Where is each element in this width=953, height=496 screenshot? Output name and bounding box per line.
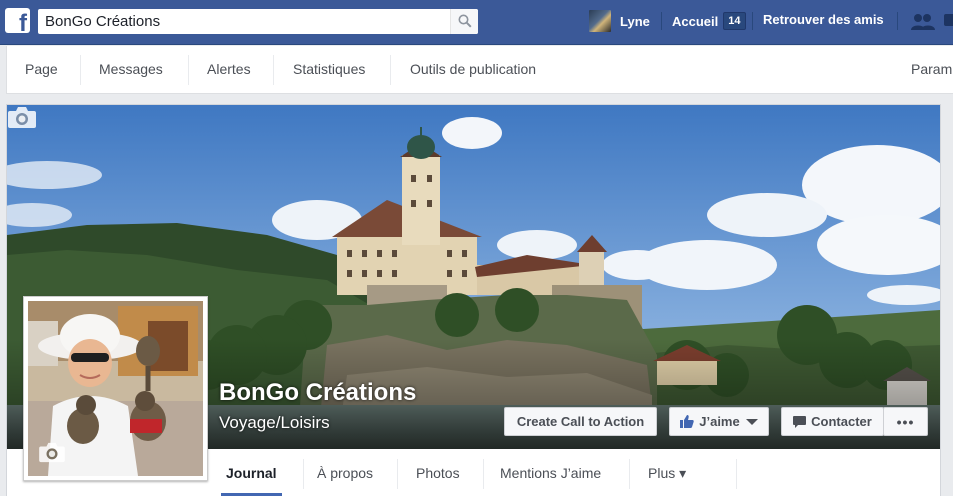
search-input[interactable] — [38, 9, 448, 34]
page-tabs: Journal À propos Photos Mentions J’aime … — [209, 451, 939, 496]
search-box — [38, 9, 478, 34]
tab-journal[interactable]: Journal — [221, 451, 282, 496]
message-bubble-icon — [793, 415, 807, 428]
tab-divider — [736, 459, 737, 489]
facebook-logo-icon[interactable]: f — [5, 8, 30, 33]
admin-tab-publishing-tools[interactable]: Outils de publication — [410, 46, 536, 93]
more-options-icon: ••• — [896, 413, 915, 430]
profile-photo — [28, 301, 203, 476]
create-call-to-action-button[interactable]: Create Call to Action — [504, 407, 657, 436]
admin-divider — [390, 55, 391, 85]
friend-requests-icon[interactable] — [910, 12, 936, 32]
tab-likes[interactable]: Mentions J’aime — [500, 451, 601, 495]
contact-button[interactable]: Contacter — [781, 407, 884, 436]
nav-divider — [897, 12, 898, 30]
page-admin-bar: Page Messages Alertes Statistiques Outil… — [6, 46, 953, 94]
admin-tab-page[interactable]: Page — [25, 46, 58, 93]
chevron-down-icon — [745, 418, 758, 425]
nav-divider — [752, 12, 753, 30]
like-button[interactable]: J’aime — [669, 407, 769, 436]
contact-label: Contacter — [811, 414, 872, 429]
admin-divider — [273, 55, 274, 85]
home-notification-count: 14 — [723, 12, 746, 30]
profile-picture[interactable] — [23, 296, 208, 481]
admin-tab-statistics[interactable]: Statistiques — [293, 46, 365, 93]
admin-tab-alerts[interactable]: Alertes — [207, 46, 251, 93]
profile-link[interactable]: Lyne — [589, 10, 650, 32]
admin-divider — [80, 55, 81, 85]
admin-tab-messages[interactable]: Messages — [99, 46, 163, 93]
messages-icon[interactable] — [944, 12, 953, 32]
camera-icon[interactable] — [7, 105, 37, 129]
tab-divider — [303, 459, 304, 489]
search-icon — [458, 14, 472, 28]
page-header-card: BonGo Créations Voyage/Loisirs Create Ca… — [6, 104, 941, 496]
more-options-button[interactable]: ••• — [883, 407, 928, 436]
tab-about[interactable]: À propos — [317, 451, 373, 495]
user-name: Lyne — [620, 13, 650, 29]
home-label: Accueil — [672, 13, 719, 29]
home-link[interactable]: Accueil 14 — [672, 11, 746, 31]
tab-divider — [629, 459, 630, 489]
like-label: J’aime — [699, 414, 740, 429]
tab-photos[interactable]: Photos — [416, 451, 460, 495]
find-friends-link[interactable]: Retrouver des amis — [763, 12, 884, 27]
nav-divider — [661, 12, 662, 30]
tab-more[interactable]: Plus ▾ — [648, 451, 686, 495]
search-button[interactable] — [450, 9, 478, 34]
admin-tab-settings[interactable]: Param — [911, 46, 952, 93]
thumbs-up-icon — [680, 415, 694, 428]
tab-divider — [397, 459, 398, 489]
avatar — [589, 10, 611, 32]
top-navigation-bar: f Lyne Accueil 14 Retrouver des amis — [0, 0, 953, 45]
page-title[interactable]: BonGo Créations — [219, 379, 416, 407]
tab-divider — [483, 459, 484, 489]
admin-divider — [188, 55, 189, 85]
camera-icon[interactable] — [38, 441, 66, 463]
cta-label: Create Call to Action — [516, 414, 645, 429]
page-category[interactable]: Voyage/Loisirs — [219, 413, 330, 433]
